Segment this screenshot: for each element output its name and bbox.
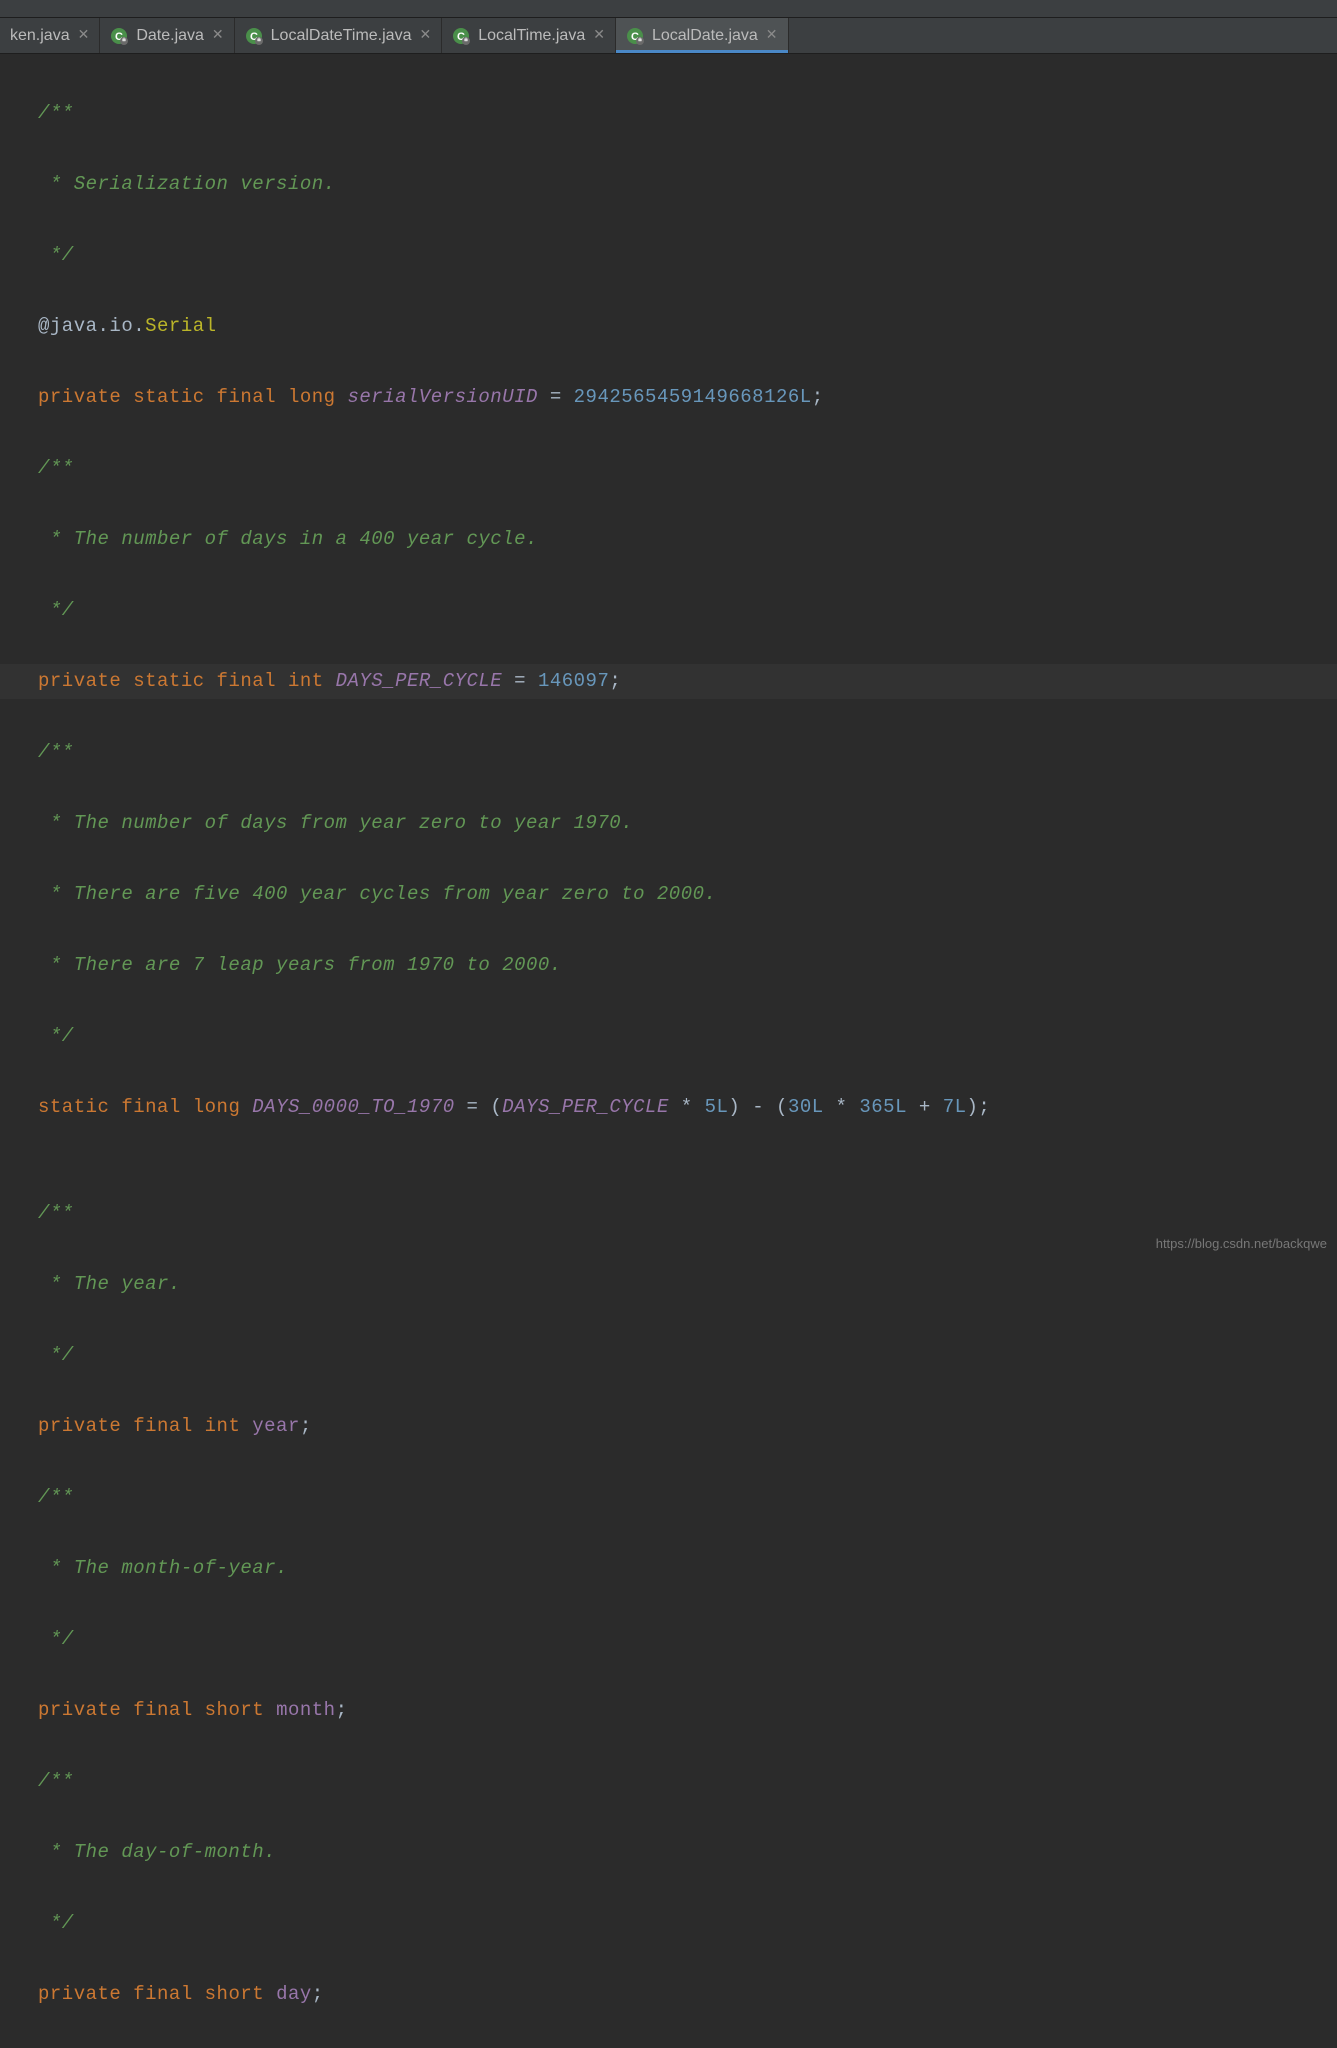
tab-date-java[interactable]: C Date.java ✕ xyxy=(100,18,234,53)
tab-label: LocalDateTime.java xyxy=(271,27,412,45)
code-line: * The year. xyxy=(0,1267,1337,1303)
code-line: */ xyxy=(0,1906,1337,1942)
tab-label: ken.java xyxy=(10,27,70,45)
code-line: /** xyxy=(0,1196,1337,1232)
code-line: /** xyxy=(0,1480,1337,1516)
window-topbar xyxy=(0,0,1337,18)
code-editor[interactable]: /** * Serialization version. */ @java.io… xyxy=(0,54,1337,2048)
code-line: /** xyxy=(0,735,1337,771)
code-line: */ xyxy=(0,1019,1337,1055)
code-line: /** xyxy=(0,451,1337,487)
code-line: * There are five 400 year cycles from ye… xyxy=(0,877,1337,913)
code-line: * There are 7 leap years from 1970 to 20… xyxy=(0,948,1337,984)
code-line: */ xyxy=(0,238,1337,274)
class-file-icon: C xyxy=(452,27,470,45)
code-line: * The month-of-year. xyxy=(0,1551,1337,1587)
tab-ken-java[interactable]: ken.java ✕ xyxy=(0,18,100,53)
code-line: private final short day; xyxy=(0,1977,1337,2013)
close-icon[interactable]: ✕ xyxy=(766,29,778,43)
tab-localtime-java[interactable]: C LocalTime.java ✕ xyxy=(442,18,616,53)
code-line: */ xyxy=(0,593,1337,629)
tab-label: LocalDate.java xyxy=(652,27,758,45)
code-line: private final int year; xyxy=(0,1409,1337,1445)
editor-tabs: ken.java ✕ C Date.java ✕ C LocalDateTime… xyxy=(0,18,1337,54)
class-file-icon: C xyxy=(626,27,644,45)
close-icon[interactable]: ✕ xyxy=(419,29,431,43)
close-icon[interactable]: ✕ xyxy=(212,29,224,43)
code-line: * The number of days in a 400 year cycle… xyxy=(0,522,1337,558)
code-line: private static final long serialVersionU… xyxy=(0,380,1337,416)
code-line: private final short month; xyxy=(0,1693,1337,1729)
code-line: /** xyxy=(0,96,1337,132)
code-line: static final long DAYS_0000_TO_1970 = (D… xyxy=(0,1090,1337,1126)
code-line: /** xyxy=(0,1764,1337,1800)
code-line: */ xyxy=(0,1338,1337,1374)
code-line: * The day-of-month. xyxy=(0,1835,1337,1871)
class-file-icon: C xyxy=(110,27,128,45)
tab-localdatetime-java[interactable]: C LocalDateTime.java ✕ xyxy=(235,18,443,53)
code-line: * The number of days from year zero to y… xyxy=(0,806,1337,842)
tab-label: Date.java xyxy=(136,27,204,45)
tab-label: LocalTime.java xyxy=(478,27,585,45)
close-icon[interactable]: ✕ xyxy=(78,29,90,43)
code-line: */ xyxy=(0,1622,1337,1658)
watermark-text: https://blog.csdn.net/backqwe xyxy=(1156,1236,1327,1251)
code-line: * Serialization version. xyxy=(0,167,1337,203)
close-icon[interactable]: ✕ xyxy=(593,29,605,43)
tab-localdate-java[interactable]: C LocalDate.java ✕ xyxy=(616,18,789,53)
class-file-icon: C xyxy=(245,27,263,45)
code-line: @java.io.Serial xyxy=(0,309,1337,345)
code-line-highlighted: private static final int DAYS_PER_CYCLE … xyxy=(0,664,1337,700)
